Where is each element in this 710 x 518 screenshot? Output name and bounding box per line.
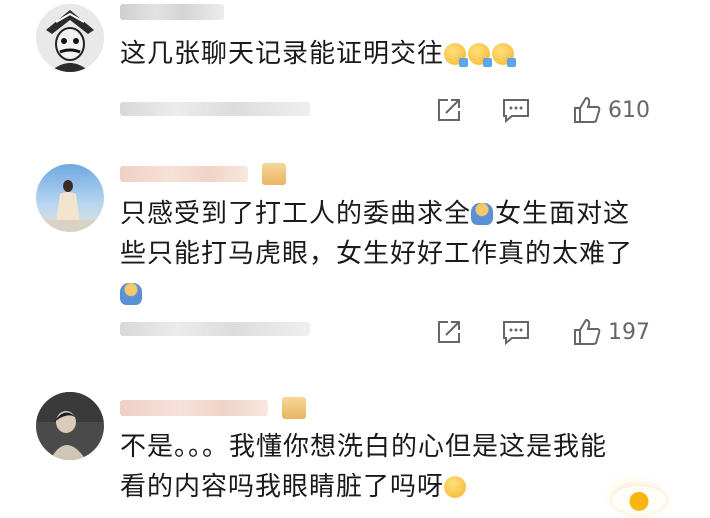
share-icon [438,99,460,121]
member-badge [262,163,286,185]
username[interactable] [120,166,248,182]
thumbs-up-icon [574,318,601,345]
comment-item: 只感受到了打工人的委曲求全 女生面对这些只能打马虎眼，女生好好工作真的太难了 19… [0,150,710,375]
comment-icon [503,99,529,123]
surprised-emoji-icon [492,43,517,67]
comment-text: 这几张聊天记录能证明交往 [120,34,660,74]
comment-item: 不是。。。我懂你想洗白的心但是这是我能看的内容吗我眼睛脏了吗呀 [0,375,710,518]
thumbs-up-icon [574,96,601,123]
like-count: 610 [608,97,650,123]
comment-button[interactable] [500,318,532,346]
avatar[interactable] [36,392,104,460]
share-button[interactable] [434,96,464,124]
comment-button[interactable] [500,96,532,124]
like-button[interactable]: 610 [570,94,652,126]
crying-person-emoji-icon [471,203,494,225]
surprised-emoji-icon [444,476,467,498]
avatar[interactable] [36,4,104,72]
comment-text: 只感受到了打工人的委曲求全 女生面对这些只能打马虎眼，女生好好工作真的太难了 [120,194,655,314]
surprised-emoji-icon [468,43,493,67]
avatar[interactable] [36,164,104,232]
member-badge [282,397,306,419]
like-button[interactable]: 197 [570,316,652,348]
share-button[interactable] [434,318,464,346]
username[interactable] [120,4,224,20]
surprised-emoji-icon [444,43,469,67]
comment-icon [503,321,529,345]
timestamp [120,102,310,116]
comment-item: 这几张聊天记录能证明交往 610 [0,0,710,150]
comment-text: 不是。。。我懂你想洗白的心但是这是我能看的内容吗我眼睛脏了吗呀 [120,432,608,502]
share-icon [438,321,460,343]
crying-person-emoji-icon [120,283,142,305]
timestamp [120,322,310,336]
fried-egg-icon [612,486,666,514]
like-count: 197 [608,319,650,345]
username[interactable] [120,400,268,416]
